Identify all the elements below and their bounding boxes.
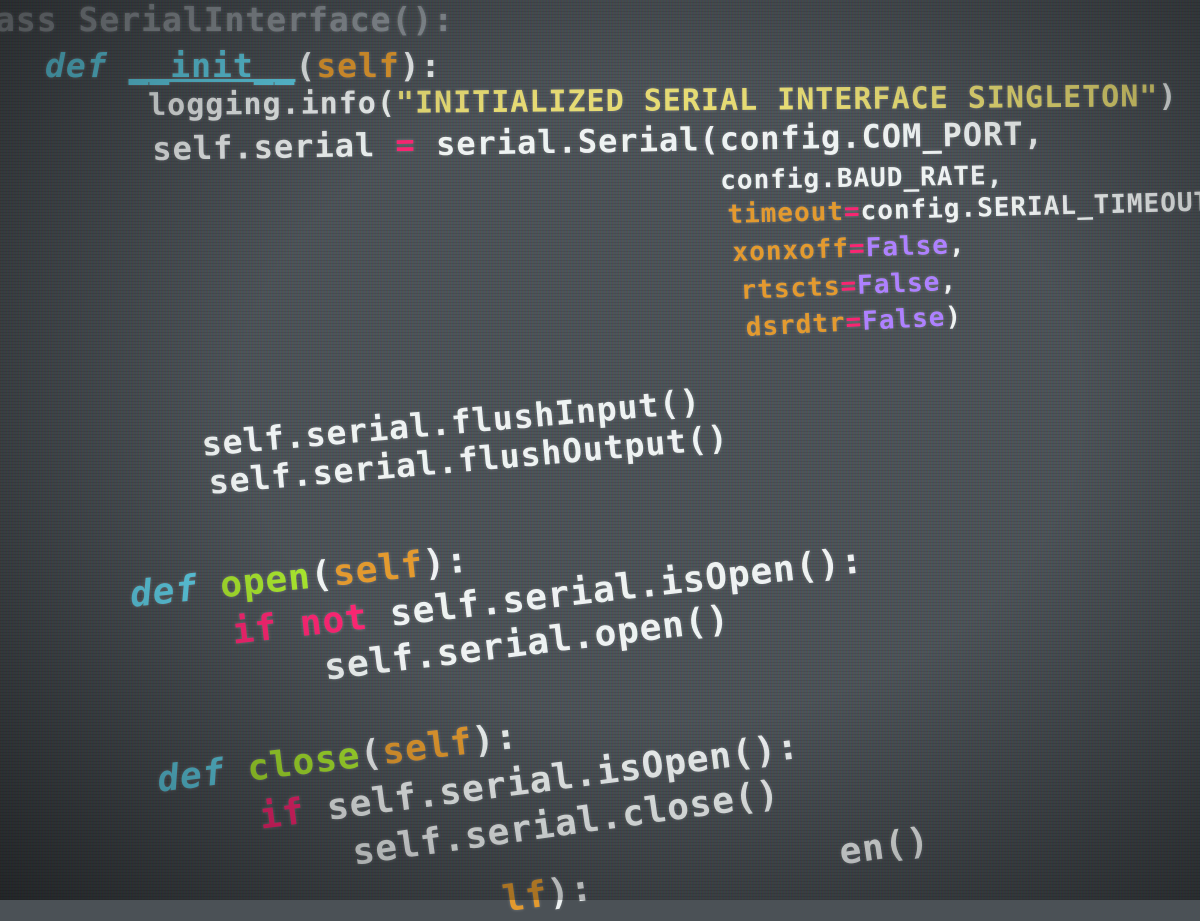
code-token-kw: def [45, 46, 129, 85]
code-token-op: = [844, 306, 863, 338]
code-line: def __init__(self): [45, 46, 442, 85]
code-token-op: = [395, 125, 417, 164]
code-line: self.serial = serial.Serial(config.COM_P… [152, 114, 1044, 168]
code-token-op: = [839, 270, 858, 302]
code-token-str: "INITIALIZED SERIAL INTERFACE SINGLETON" [395, 79, 1159, 121]
code-token-arg: dsrdtr [745, 307, 847, 343]
code-token-kw: def [128, 565, 223, 616]
code-token-arg: xonxoff [732, 233, 850, 268]
code-token-plain: , [948, 229, 967, 261]
code-token-self: self [330, 544, 426, 595]
code-token-const: False [856, 267, 941, 301]
code-line: ass SerialInterface(): [0, 0, 454, 39]
code-token-plain: , [939, 266, 958, 298]
code-token-fnc: __init__ [128, 46, 296, 85]
code-token-plain: serial.Serial(config.COM_PORT, [415, 114, 1045, 164]
code-token-class: SerialInterface(): [78, 0, 455, 39]
code-token-arg: rtscts [740, 271, 842, 306]
code-line: dsrdtr=False) [745, 302, 963, 343]
code-token-const: False [865, 230, 950, 264]
code-token-self: self [380, 721, 476, 774]
code-token-plain: ) [1158, 79, 1178, 115]
code-token-arg: timeout [727, 196, 845, 230]
code-token-self: self [316, 46, 400, 85]
code-token-plain: ): [421, 539, 471, 585]
code-token-plain: logging.info( [148, 85, 397, 123]
code-token-op: = [848, 233, 867, 264]
code-token-fn: close [245, 735, 363, 790]
code-token-kw: def [155, 748, 251, 801]
monitor-screen: ass SerialInterface(): def __init__(self)… [0, 0, 1200, 921]
code-token-plain: ( [295, 46, 317, 85]
code-token-fn: open [218, 556, 313, 607]
code-token-plain: ): [399, 46, 442, 85]
code-token-const: False [861, 302, 947, 337]
code-line: xonxoff=False, [732, 230, 966, 268]
code-token-plain: config.SERIAL_TIMEOUT, [860, 186, 1200, 227]
code-token-self: lf [500, 873, 551, 921]
code-line: rtscts=False, [740, 267, 958, 306]
code-token-plain: self.serial [152, 125, 396, 168]
code-token-class: ass [0, 0, 79, 39]
code-token-plain: ): [544, 867, 596, 915]
code-token-op: = [843, 196, 861, 227]
code-token-plain: config.BAUD_RATE, [720, 161, 1004, 196]
code-line: config.BAUD_RATE, [720, 161, 1004, 196]
code-token-plain: ) [944, 301, 963, 333]
code-token-ctl: if [257, 788, 330, 838]
code-token-plain: ): [470, 715, 521, 763]
